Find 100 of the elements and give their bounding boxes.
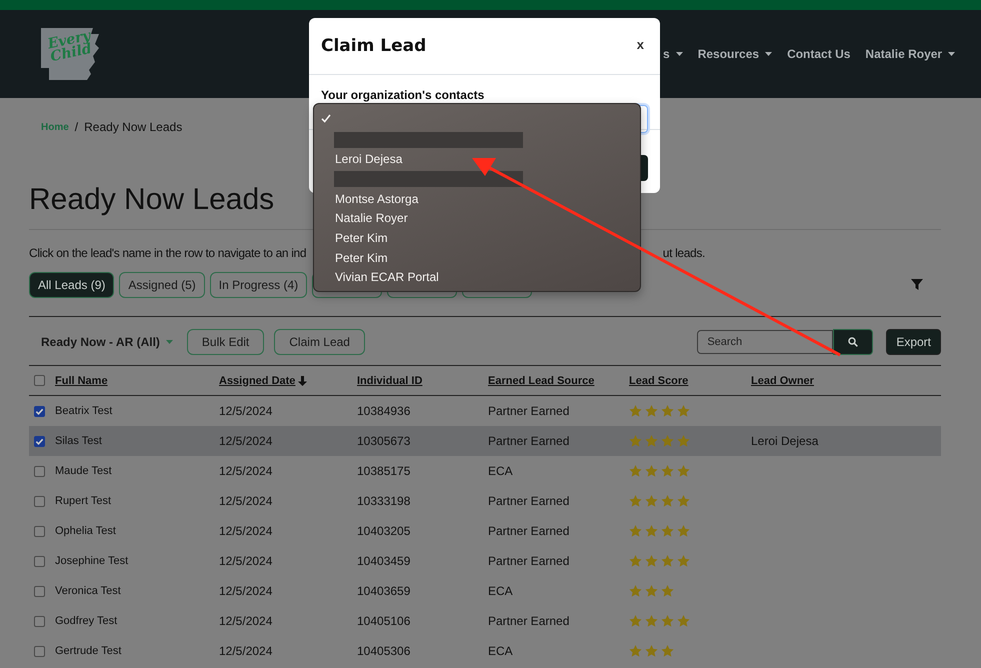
table-cell-text: 10405306 <box>357 644 412 658</box>
toolbar-button[interactable]: Bulk Edit <box>186 329 264 355</box>
star-icon <box>661 555 674 567</box>
table-cell-text: Leroi Dejesa <box>751 434 820 448</box>
sort-down-icon <box>298 376 308 386</box>
nav-link[interactable]: Resources <box>698 47 772 61</box>
close-button[interactable]: x <box>636 36 644 56</box>
star-icon <box>645 405 658 417</box>
highlighted-row[interactable]: Silas Test 12/5/2024 10305673 Partner Earned Leroi Dejesa <box>29 426 941 456</box>
star-icon <box>645 615 658 627</box>
star-icon <box>661 465 674 477</box>
lead-name[interactable]: Silas Test <box>55 435 219 447</box>
star-icon <box>629 525 642 537</box>
star-icon <box>645 495 658 507</box>
star-icon <box>677 555 690 567</box>
checkbox[interactable] <box>34 646 45 656</box>
toolbar-button[interactable]: Claim Lead <box>274 329 365 355</box>
checkbox[interactable] <box>34 466 45 476</box>
star-icon <box>629 405 642 417</box>
table-cell-text: ECA <box>488 584 514 598</box>
table-cell-text: 12/5/2024 <box>219 494 274 508</box>
lead-name[interactable]: Ophelia Test <box>55 525 219 537</box>
filter-tab[interactable]: Assigned (5) <box>119 272 205 298</box>
table-cell-text: 10403205 <box>357 524 412 538</box>
table-cell-text: 10385175 <box>357 464 412 478</box>
view-menu[interactable]: Ready Now - AR (All) <box>41 335 173 349</box>
export-button[interactable]: Export <box>886 329 941 355</box>
nav-link[interactable]: s <box>663 47 683 61</box>
checkbox[interactable] <box>34 586 45 596</box>
checkmark-icon <box>321 114 331 123</box>
checkbox[interactable] <box>34 556 45 566</box>
table-cell-text: 12/5/2024 <box>219 434 274 448</box>
lead-name[interactable]: Veronica Test <box>55 585 219 597</box>
star-icon <box>677 435 690 447</box>
breadcrumb-separator: / <box>74 120 78 134</box>
filter-icon[interactable] <box>911 279 923 290</box>
star-icon <box>661 495 674 507</box>
table-cell-text: 10405106 <box>357 614 412 628</box>
column-header[interactable]: Assigned Date <box>219 374 357 386</box>
star-icon <box>677 615 690 627</box>
column-header[interactable]: Full Name <box>55 374 219 386</box>
dropdown-option[interactable]: Natalie Royer <box>314 208 640 228</box>
column-header[interactable]: Earned Lead Source <box>488 374 629 386</box>
star-icon <box>661 405 674 417</box>
table-cell-text: Partner Earned <box>488 404 570 418</box>
table-cell-text: 12/5/2024 <box>219 644 274 658</box>
dropdown-option[interactable]: Peter Kim <box>314 248 640 268</box>
star-icon <box>629 555 642 567</box>
dropdown-option[interactable]: Montse Astorga <box>314 188 640 208</box>
modal-title: Claim Lead <box>321 36 426 56</box>
star-icon <box>661 645 674 657</box>
breadcrumb-current: Ready Now Leads <box>84 120 182 134</box>
table-cell-text: Partner Earned <box>488 494 570 508</box>
search-icon <box>848 337 858 347</box>
lead-name[interactable]: Godfrey Test <box>55 615 219 627</box>
column-header[interactable]: Individual ID <box>357 374 488 386</box>
star-icon <box>629 435 642 447</box>
table-cell-text: 12/5/2024 <box>219 404 274 418</box>
description-text: ut leads. <box>662 246 705 260</box>
lead-name[interactable]: Maude Test <box>55 465 219 477</box>
checkbox[interactable] <box>34 526 45 536</box>
caret-icon <box>166 340 173 344</box>
dropdown-option[interactable]: Leroi Dejesa <box>314 149 640 170</box>
checkbox[interactable] <box>34 406 45 416</box>
filter-tab[interactable]: In Progress (4) <box>210 272 308 298</box>
nav-link[interactable]: Natalie Royer <box>865 47 956 61</box>
table-cell-text: 12/5/2024 <box>219 584 274 598</box>
star-icon <box>629 585 642 597</box>
checkbox[interactable] <box>34 616 45 626</box>
column-header[interactable]: Lead Owner <box>751 374 941 386</box>
lead-name[interactable]: Rupert Test <box>55 495 219 507</box>
table-cell-text: ECA <box>488 644 514 658</box>
star-icon <box>677 465 690 477</box>
table-cell-text: Partner Earned <box>488 434 570 448</box>
search-button[interactable] <box>833 329 874 355</box>
nav-link[interactable]: Contact Us <box>787 47 850 61</box>
table-cell-text: 10403459 <box>357 554 412 568</box>
star-icon <box>629 465 642 477</box>
description-text: Click on the lead's name in the row to navigate to an ind <box>29 246 306 260</box>
lead-name[interactable]: Josephine Test <box>55 555 219 567</box>
checkbox[interactable] <box>34 375 45 386</box>
dropdown-option[interactable]: Peter Kim <box>314 228 640 248</box>
star-icon <box>645 585 658 597</box>
star-icon <box>645 645 658 657</box>
checkbox[interactable] <box>34 436 45 446</box>
table-cell-text: 10403659 <box>357 584 412 598</box>
lead-name[interactable]: Beatrix Test <box>55 405 219 417</box>
star-icon <box>661 585 674 597</box>
star-icon <box>661 525 674 537</box>
column-header[interactable]: Lead Score <box>629 374 751 386</box>
star-icon <box>645 465 658 477</box>
filter-tab[interactable]: All Leads (9) <box>29 272 114 298</box>
table-cell-text: ECA <box>488 464 514 478</box>
star-icon <box>629 615 642 627</box>
star-icon <box>677 525 690 537</box>
lead-name[interactable]: Gertrude Test <box>55 645 219 657</box>
table-cell-text: 12/5/2024 <box>219 554 274 568</box>
checkbox[interactable] <box>34 496 45 506</box>
search-field[interactable]: Search <box>697 330 834 354</box>
dropdown-option[interactable]: Vivian ECAR Portal <box>314 268 640 288</box>
